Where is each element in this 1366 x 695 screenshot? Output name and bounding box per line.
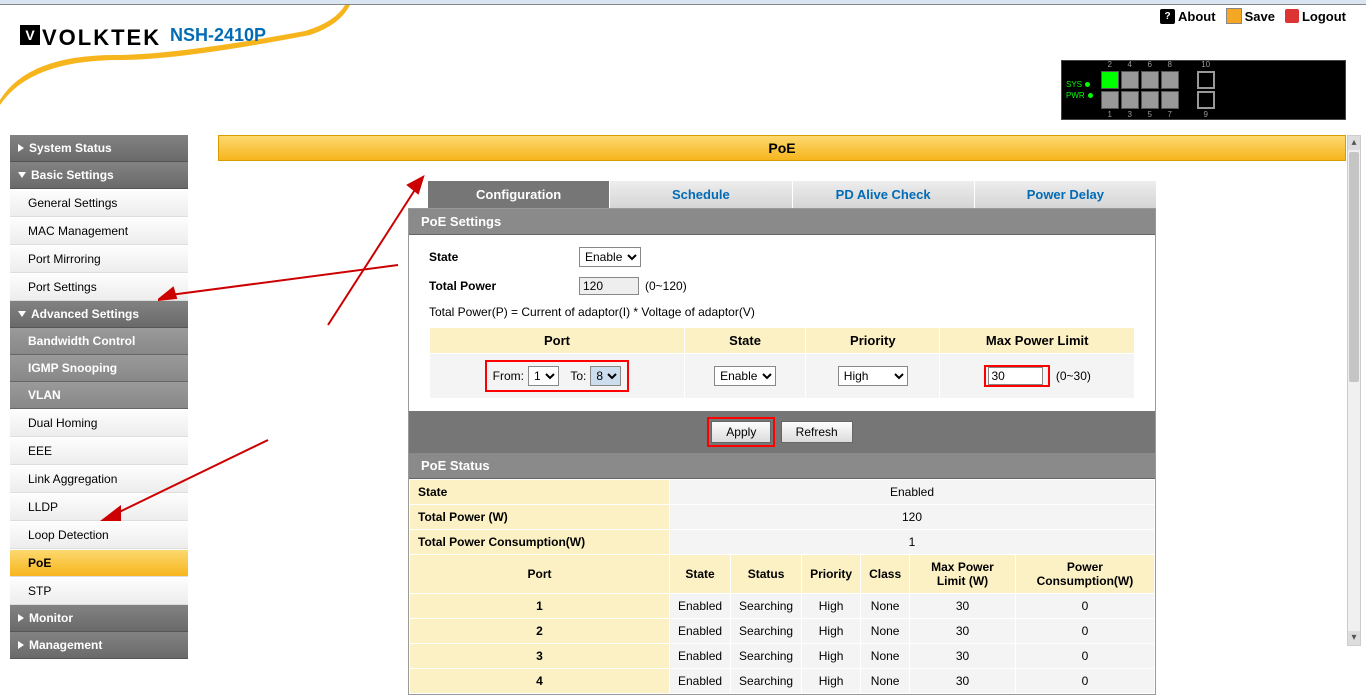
sidebar-system-status[interactable]: System Status: [10, 135, 188, 162]
state-select[interactable]: Enable: [579, 247, 641, 267]
scroll-down-icon[interactable]: ▾: [1348, 631, 1360, 645]
port-diagram: SYS PWR 21 43 65 87 109: [1061, 60, 1346, 120]
logout-icon: [1285, 9, 1299, 23]
sidebar-bandwidth-control[interactable]: Bandwidth Control: [10, 328, 188, 355]
col-state: State: [684, 328, 805, 354]
table-row: 4EnabledSearchingHighNone300: [410, 669, 1155, 694]
col-port: Port: [430, 328, 685, 354]
arrow-right-icon: [18, 144, 24, 152]
port-to-select[interactable]: 8: [590, 366, 621, 386]
scroll-thumb[interactable]: [1349, 152, 1359, 382]
arrow-right-icon: [18, 614, 24, 622]
sidebar-advanced-settings[interactable]: Advanced Settings: [10, 301, 188, 328]
sidebar: System Status Basic Settings General Set…: [10, 135, 188, 659]
apply-button[interactable]: Apply: [711, 421, 771, 443]
col-priority: Priority: [806, 328, 940, 354]
sidebar-port-mirroring[interactable]: Port Mirroring: [10, 245, 188, 273]
sidebar-vlan[interactable]: VLAN: [10, 382, 188, 409]
sidebar-lldp[interactable]: LLDP: [10, 493, 188, 521]
save-icon: [1226, 8, 1242, 24]
sidebar-management[interactable]: Management: [10, 632, 188, 659]
sidebar-poe[interactable]: PoE: [10, 549, 188, 577]
table-row: 3EnabledSearchingHighNone300: [410, 644, 1155, 669]
section-poe-status: PoE Status: [409, 453, 1155, 479]
total-power-label: Total Power: [429, 279, 579, 293]
table-row: 2EnabledSearchingHighNone300: [410, 619, 1155, 644]
state-label: State: [429, 250, 579, 264]
status-consumption-label: Total Power Consumption(W): [410, 530, 670, 555]
sidebar-port-settings[interactable]: Port Settings: [10, 273, 188, 301]
sidebar-dual-homing[interactable]: Dual Homing: [10, 409, 188, 437]
sidebar-loop-detection[interactable]: Loop Detection: [10, 521, 188, 549]
status-total-power-value: 120: [670, 505, 1155, 530]
port-priority-select[interactable]: High: [838, 366, 908, 386]
scroll-up-icon[interactable]: ▴: [1348, 136, 1360, 150]
scrollbar[interactable]: ▴ ▾: [1347, 135, 1361, 646]
logout-link[interactable]: Logout: [1285, 9, 1346, 24]
sidebar-stp[interactable]: STP: [10, 577, 188, 605]
port-from-select[interactable]: 1: [528, 366, 559, 386]
status-state-value: Enabled: [670, 480, 1155, 505]
max-power-input[interactable]: [988, 367, 1043, 385]
brand-icon: V: [20, 25, 40, 45]
col-max: Max Power Limit: [940, 328, 1135, 354]
tab-configuration[interactable]: Configuration: [428, 181, 609, 208]
arrow-down-icon: [18, 311, 26, 317]
power-formula: Total Power(P) = Current of adaptor(I) *…: [429, 305, 1135, 319]
sidebar-general-settings[interactable]: General Settings: [10, 189, 188, 217]
max-power-highlight: [984, 365, 1050, 387]
arrow-right-icon: [18, 641, 24, 649]
save-link[interactable]: Save: [1226, 8, 1275, 24]
port-state-select[interactable]: Enable: [714, 366, 776, 386]
table-row: 1EnabledSearchingHighNone300: [410, 594, 1155, 619]
sidebar-igmp-snooping[interactable]: IGMP Snooping: [10, 355, 188, 382]
sidebar-link-aggregation[interactable]: Link Aggregation: [10, 465, 188, 493]
about-icon: ?: [1160, 9, 1175, 24]
page-title: PoE: [218, 135, 1346, 161]
tab-row: Configuration Schedule PD Alive Check Po…: [408, 181, 1156, 208]
header: V VOLKTEK NSH-2410P ?About Save Logout S…: [0, 5, 1366, 135]
status-total-power-label: Total Power (W): [410, 505, 670, 530]
sidebar-eee[interactable]: EEE: [10, 437, 188, 465]
annotation-arrow: [158, 260, 408, 305]
about-link[interactable]: ?About: [1160, 9, 1216, 24]
refresh-button[interactable]: Refresh: [781, 421, 853, 443]
total-power-input[interactable]: [579, 277, 639, 295]
arrow-down-icon: [18, 172, 26, 178]
status-state-label: State: [410, 480, 670, 505]
tab-power-delay[interactable]: Power Delay: [974, 181, 1156, 208]
status-consumption-value: 1: [670, 530, 1155, 555]
model-name: NSH-2410P: [170, 25, 266, 46]
port-range-highlight: From: 1 To: 8: [485, 360, 630, 392]
sidebar-basic-settings[interactable]: Basic Settings: [10, 162, 188, 189]
sidebar-mac-management[interactable]: MAC Management: [10, 217, 188, 245]
section-poe-settings: PoE Settings: [409, 209, 1155, 235]
total-power-hint: (0~120): [645, 279, 687, 293]
tab-pd-alive-check[interactable]: PD Alive Check: [792, 181, 974, 208]
sidebar-monitor[interactable]: Monitor: [10, 605, 188, 632]
tab-schedule[interactable]: Schedule: [609, 181, 791, 208]
brand-name: VOLKTEK: [42, 25, 161, 51]
